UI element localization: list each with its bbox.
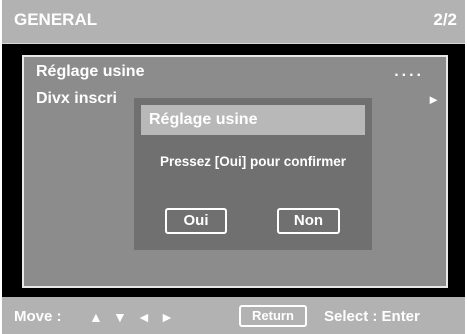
arrow-up-icon: ▲ (89, 309, 103, 325)
arrow-right-icon: ► (160, 309, 174, 325)
move-hint-label: Move : (14, 308, 62, 325)
menu-item-label: Réglage usine (36, 63, 145, 80)
yes-button[interactable]: Oui (165, 208, 227, 234)
arrow-down-icon: ▼ (113, 309, 127, 325)
confirm-dialog: Réglage usine Pressez [Oui] pour confirm… (134, 98, 372, 250)
return-key-badge: Return (239, 305, 307, 327)
dialog-title: Réglage usine (149, 111, 258, 128)
dialog-title-bar: Réglage usine (141, 105, 365, 135)
footer-bar: Move : ▲ ▼ ◄ ► Return Select : Enter (2, 297, 465, 334)
menu-item-value: .... (394, 63, 424, 80)
submenu-arrow-icon: ► (427, 92, 440, 107)
osd-screen: GENERAL 2/2 Réglage usine .... Divx insc… (2, 0, 465, 334)
no-button[interactable]: Non (277, 208, 340, 234)
menu-item-factory-reset[interactable]: Réglage usine .... (36, 63, 440, 85)
menu-item-label: Divx inscri (36, 90, 117, 107)
header-bar: GENERAL 2/2 (2, 0, 465, 44)
arrow-left-icon: ◄ (137, 309, 151, 325)
page-indicator: 2/2 (433, 10, 457, 29)
dialog-message: Pressez [Oui] pour confirmer (159, 154, 347, 169)
menu-title: GENERAL (14, 10, 98, 29)
select-hint-label: Select : Enter (324, 308, 420, 325)
